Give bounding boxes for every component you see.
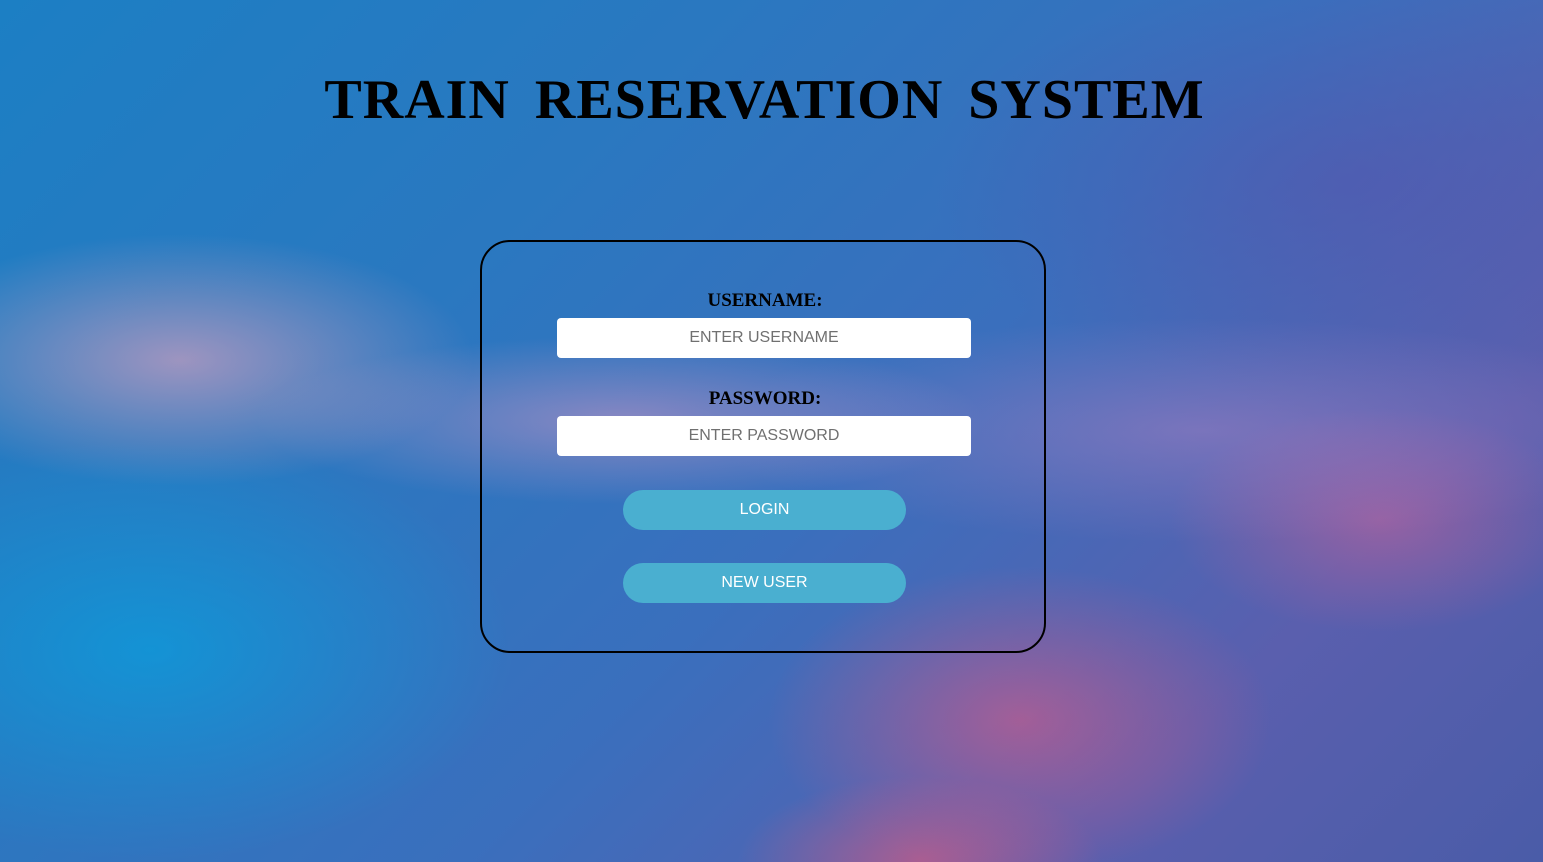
page-title: TRAIN RESERVATION SYSTEM xyxy=(324,69,1205,131)
username-label: USERNAME: xyxy=(707,290,823,311)
login-button[interactable]: LOGIN xyxy=(623,490,906,530)
password-input[interactable] xyxy=(557,416,971,456)
username-input[interactable] xyxy=(557,318,971,358)
new-user-button[interactable]: NEW USER xyxy=(623,563,906,603)
password-label: PASSWORD: xyxy=(708,388,822,409)
login-form-box: USERNAME: PASSWORD: LOGIN NEW USER xyxy=(480,240,1046,653)
